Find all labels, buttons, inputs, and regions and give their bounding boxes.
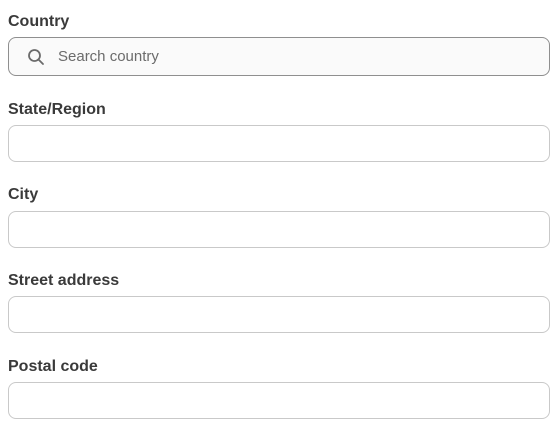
state-input-box [8, 125, 550, 162]
city-field-group: City [8, 185, 550, 248]
city-label: City [8, 186, 39, 203]
street-address-input[interactable] [9, 297, 549, 332]
city-input-box [8, 211, 550, 248]
search-icon [28, 49, 44, 65]
postal-input-box [8, 382, 550, 419]
street-input-box [8, 296, 550, 333]
street-label: Street address [8, 272, 120, 289]
country-field-group: Country [8, 12, 550, 76]
address-form: Country State/Region City Street address… [0, 0, 558, 427]
country-label: Country [8, 13, 70, 30]
state-input[interactable] [9, 126, 549, 161]
country-search-box[interactable] [8, 37, 550, 76]
postal-label: Postal code [8, 358, 98, 375]
state-field-group: State/Region [8, 100, 550, 162]
state-label: State/Region [8, 101, 106, 118]
street-field-group: Street address [8, 271, 550, 333]
postal-code-input[interactable] [9, 383, 549, 418]
postal-field-group: Postal code [8, 357, 550, 419]
country-search-input[interactable] [9, 38, 549, 75]
city-input[interactable] [9, 212, 549, 247]
